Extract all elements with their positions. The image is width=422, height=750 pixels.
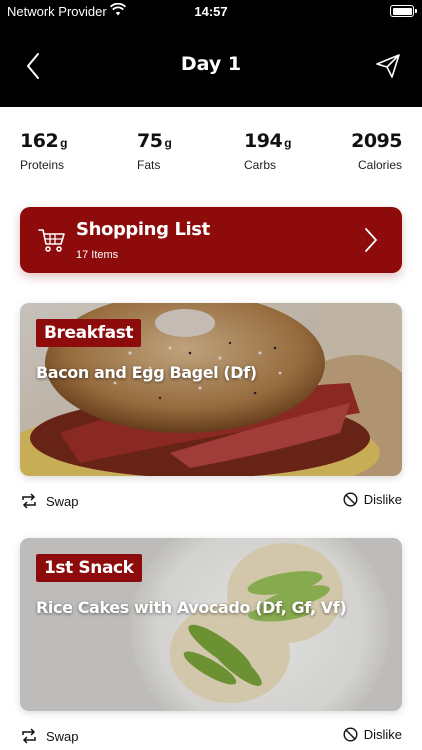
meal-actions: Swap Dislike bbox=[20, 492, 402, 516]
macro-unit: g bbox=[284, 136, 292, 150]
shopping-list-count: 17 Items bbox=[76, 249, 119, 261]
shopping-cart-icon bbox=[38, 229, 65, 252]
macro-label: Fats bbox=[137, 158, 161, 172]
nav-bar: Day 1 bbox=[0, 22, 422, 107]
macro-calories: 2095 Calories bbox=[351, 130, 402, 172]
send-icon[interactable] bbox=[374, 52, 402, 80]
meal-type-tag: Breakfast bbox=[36, 319, 142, 347]
swap-label: Swap bbox=[46, 728, 79, 744]
macro-value: 162 bbox=[20, 130, 59, 152]
ban-icon bbox=[343, 492, 358, 507]
macro-fats: 75 g Fats bbox=[137, 130, 172, 172]
meal-type-tag: 1st Snack bbox=[36, 554, 142, 582]
page-title: Day 1 bbox=[180, 53, 242, 75]
battery-icon bbox=[390, 5, 417, 17]
macro-unit: g bbox=[164, 136, 172, 150]
macro-proteins: 162 g Proteins bbox=[20, 130, 68, 172]
swap-icon bbox=[22, 493, 36, 509]
shopping-list-button[interactable]: Shopping List 17 Items bbox=[20, 207, 402, 273]
macro-label: Carbs bbox=[244, 158, 277, 172]
dislike-label: Dislike bbox=[363, 727, 402, 742]
dislike-label: Dislike bbox=[363, 492, 402, 507]
chevron-right-icon bbox=[365, 228, 377, 252]
macro-label: Calories bbox=[357, 158, 402, 172]
swap-button[interactable]: Swap bbox=[20, 492, 79, 510]
macro-label: Proteins bbox=[20, 158, 65, 172]
macro-value: 194 bbox=[244, 130, 283, 152]
dislike-button[interactable]: Dislike bbox=[343, 727, 402, 742]
swap-label: Swap bbox=[46, 493, 79, 509]
shopping-list-title: Shopping List bbox=[76, 219, 210, 240]
macro-summary: 162 g Proteins 75 g Fats 194 g Carbs 2095 C… bbox=[20, 130, 402, 180]
swap-icon bbox=[22, 728, 36, 744]
dislike-button[interactable]: Dislike bbox=[343, 492, 402, 507]
macro-carbs: 194 g Carbs bbox=[244, 130, 292, 172]
swap-button[interactable]: Swap bbox=[20, 727, 79, 745]
meal-actions: Swap Dislike bbox=[20, 727, 402, 750]
macro-value: 2095 bbox=[351, 130, 402, 152]
clock: 14:57 bbox=[194, 4, 228, 19]
meal-name: Bacon and Egg Bagel (Df) bbox=[36, 363, 257, 382]
macro-value: 75 bbox=[137, 130, 163, 152]
ban-icon bbox=[343, 727, 358, 742]
macro-unit: g bbox=[60, 136, 68, 150]
status-bar: Network Provider 14:57 bbox=[0, 0, 422, 22]
meal-card-breakfast[interactable]: Breakfast Bacon and Egg Bagel (Df) bbox=[20, 303, 402, 476]
meal-card-snack[interactable]: 1st Snack Rice Cakes with Avocado (Df, G… bbox=[20, 538, 402, 711]
meal-name: Rice Cakes with Avocado (Df, Gf, Vf) bbox=[36, 598, 347, 617]
